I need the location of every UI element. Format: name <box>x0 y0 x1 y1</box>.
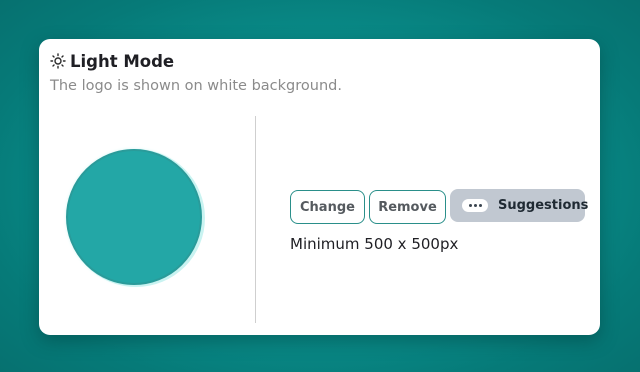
suggestions-button[interactable]: Suggestions <box>450 189 589 222</box>
card-title: Light Mode <box>70 51 175 71</box>
ellipsis-pill-icon <box>462 199 488 212</box>
change-button[interactable]: Change <box>290 190 365 224</box>
suggestions-label: Suggestions <box>498 198 589 213</box>
card-subtitle: The logo is shown on white background. <box>50 78 342 94</box>
sun-icon <box>50 53 66 69</box>
remove-button[interactable]: Remove <box>369 190 446 224</box>
logo-preview <box>66 149 202 285</box>
vertical-divider <box>255 116 256 323</box>
card-header: Light Mode <box>50 49 174 73</box>
logo-settings-card: Light Mode The logo is shown on white ba… <box>39 39 600 335</box>
minimum-size-hint: Minimum 500 x 500px <box>290 235 459 253</box>
